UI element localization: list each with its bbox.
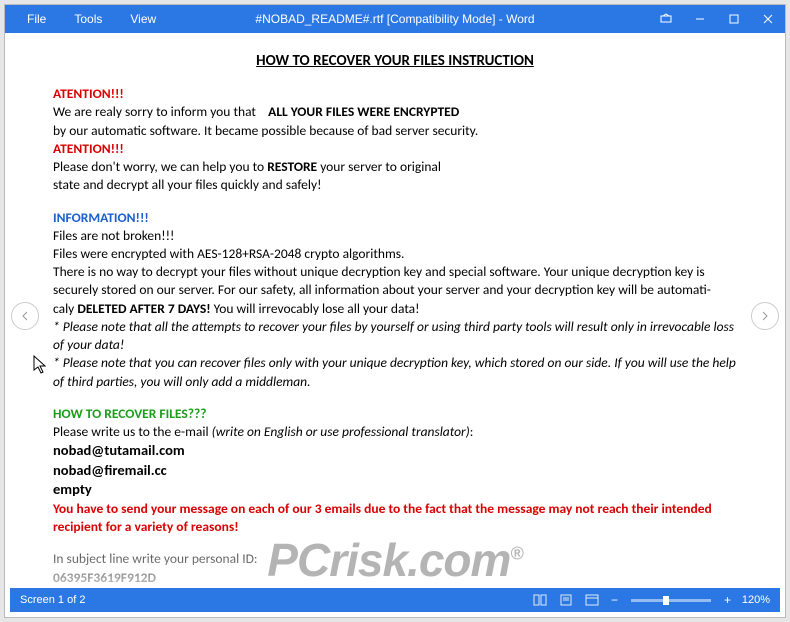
ribbon-display-button[interactable] (649, 5, 683, 33)
menu-file[interactable]: File (13, 6, 60, 32)
document-area: HOW TO RECOVER YOUR FILES INSTRUCTION AT… (5, 33, 785, 598)
body-note: * Please note that all the attempts to r… (53, 318, 737, 354)
body-text: caly DELETED AFTER 7 DAYS! You will irre… (53, 300, 737, 318)
menu-bar: File Tools View (5, 6, 170, 32)
text: Please don't worry, we can help you to (53, 158, 267, 175)
howto-label: HOW TO RECOVER FILES??? (53, 405, 737, 423)
window-controls (649, 5, 785, 33)
text: your server to original (317, 158, 441, 175)
email-2: nobad@firemail.cc (53, 461, 737, 481)
doc-heading: HOW TO RECOVER YOUR FILES INSTRUCTION (53, 51, 737, 71)
text: : (470, 423, 474, 440)
previous-page-button[interactable] (11, 302, 39, 330)
body-text: by our automatic software. It became pos… (53, 122, 737, 140)
zoom-in-button[interactable]: + (721, 593, 734, 607)
body-text: There is no way to decrypt your files wi… (53, 263, 737, 299)
body-text: Please don't worry, we can help you to R… (53, 158, 737, 176)
read-mode-button[interactable] (530, 592, 550, 608)
warning-text: You have to send your message on each of… (53, 500, 737, 536)
title-bar: File Tools View #NOBAD_README#.rtf [Comp… (5, 5, 785, 33)
text: You will irrevocably lose all your data! (211, 300, 420, 317)
body-text: Please write us to the e-mail (write on … (53, 423, 737, 441)
minimize-button[interactable] (683, 5, 717, 33)
status-bar: Screen 1 of 2 − + 120% (10, 588, 780, 612)
text-italic: (write on English or use professional tr… (212, 423, 470, 440)
zoom-slider[interactable] (631, 599, 711, 602)
personal-id: 06395F3619F912D (53, 569, 737, 587)
close-button[interactable] (751, 5, 785, 33)
menu-tools[interactable]: Tools (60, 6, 116, 32)
menu-view[interactable]: View (116, 6, 170, 32)
attention-label: ATENTION!!! (53, 85, 737, 103)
print-layout-button[interactable] (556, 592, 576, 608)
text: We are realy sorry to inform you that (53, 103, 259, 120)
text-bold: DELETED AFTER 7 DAYS! (77, 300, 210, 317)
zoom-out-button[interactable]: − (608, 593, 621, 607)
email-3: empty (53, 480, 737, 500)
body-note: * Please note that you can recover files… (53, 354, 737, 390)
body-text: In subject line write your personal ID: (53, 550, 737, 568)
document-page: HOW TO RECOVER YOUR FILES INSTRUCTION AT… (5, 33, 785, 597)
maximize-button[interactable] (717, 5, 751, 33)
body-text: state and decrypt all your files quickly… (53, 176, 737, 194)
text: caly (53, 300, 77, 317)
body-text: Files are not broken!!! (53, 227, 737, 245)
body-text: Files were encrypted with AES-128+RSA-20… (53, 245, 737, 263)
email-1: nobad@tutamail.com (53, 441, 737, 461)
text: Please write us to the e-mail (53, 423, 212, 440)
attention-label: ATENTION!!! (53, 140, 737, 158)
window-title: #NOBAD_README#.rtf [Compatibility Mode] … (255, 12, 534, 26)
information-label: INFORMATION!!! (53, 209, 737, 227)
web-layout-button[interactable] (582, 592, 602, 608)
next-page-button[interactable] (751, 302, 779, 330)
text-bold: ALL YOUR FILES WERE ENCRYPTED (268, 103, 459, 120)
zoom-level[interactable]: 120% (740, 594, 770, 606)
text-bold: RESTORE (267, 158, 317, 175)
status-right: − + 120% (530, 592, 770, 608)
body-text: We are realy sorry to inform you that AL… (53, 103, 737, 121)
page-indicator[interactable]: Screen 1 of 2 (20, 594, 530, 606)
